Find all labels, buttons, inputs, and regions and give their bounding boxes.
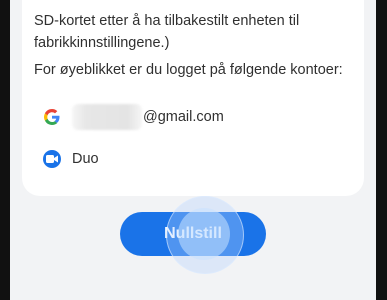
- description-line: fabrikkinnstillingene.): [34, 35, 170, 51]
- google-icon: [32, 109, 72, 125]
- account-row-google: @gmail.com: [22, 96, 364, 138]
- description-line: SD-kortet etter å ha tilbakestilt enhete…: [34, 13, 300, 29]
- redacted-username: [72, 104, 142, 130]
- account-name: Duo: [72, 151, 99, 167]
- description-line-partial: [34, 0, 354, 10]
- account-row-duo: Duo: [22, 138, 364, 180]
- touch-indicator-inner: [178, 208, 230, 260]
- duo-icon: [43, 150, 61, 168]
- phone-frame: SD-kortet etter å ha tilbakestilt enhete…: [0, 0, 387, 300]
- accounts-header: For øyeblikket er du logget på følgende …: [34, 62, 343, 78]
- duo-icon-wrap: [32, 150, 72, 168]
- reset-description: SD-kortet etter å ha tilbakestilt enhete…: [34, 0, 354, 54]
- screen: SD-kortet etter å ha tilbakestilt enhete…: [10, 0, 376, 300]
- account-email: @gmail.com: [143, 109, 224, 125]
- reset-info-card: SD-kortet etter å ha tilbakestilt enhete…: [22, 0, 364, 196]
